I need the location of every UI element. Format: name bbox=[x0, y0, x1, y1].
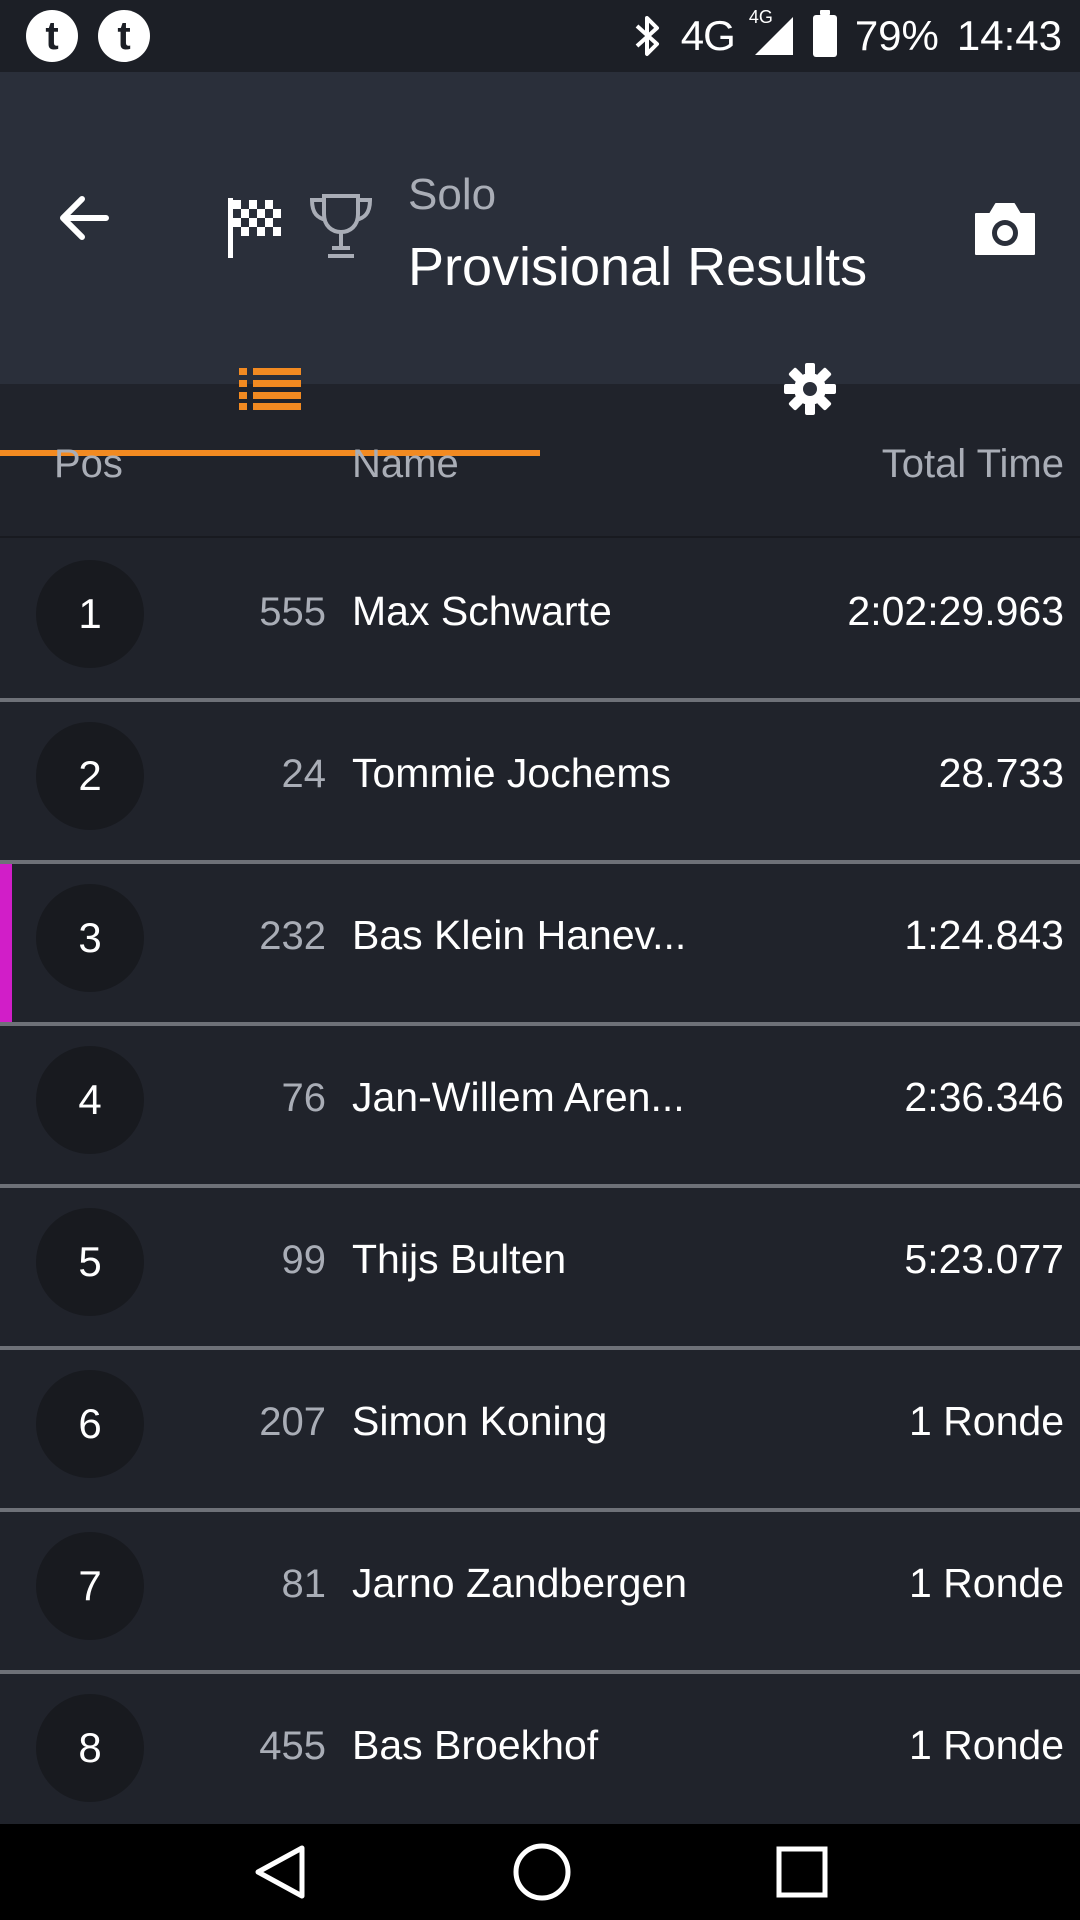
results-list: 1 555 Max Schwarte 2:02:29.963 2 24 Tomm… bbox=[0, 540, 1080, 1836]
result-row[interactable]: 5 99 Thijs Bulten 5:23.077 bbox=[0, 1188, 1080, 1350]
column-header-name[interactable]: Name bbox=[352, 442, 459, 487]
position-badge: 4 bbox=[36, 1046, 144, 1154]
column-header-total-time[interactable]: Total Time bbox=[882, 442, 1064, 487]
rider-name: Tommie Jochems bbox=[352, 750, 671, 796]
back-button[interactable] bbox=[48, 182, 120, 254]
bib-number: 99 bbox=[281, 1238, 327, 1282]
nav-home-icon[interactable] bbox=[512, 1842, 572, 1902]
bib-number: 455 bbox=[259, 1724, 326, 1768]
arrow-left-icon bbox=[60, 196, 109, 240]
app-bar: Solo Provisional Results bbox=[0, 72, 1080, 456]
result-row[interactable]: 2 24 Tommie Jochems 28.733 bbox=[0, 702, 1080, 864]
app-notification-icon: t bbox=[26, 10, 78, 62]
bib-number: 555 bbox=[259, 590, 326, 634]
signal-icon: 4G bbox=[749, 7, 795, 57]
camera-icon bbox=[975, 203, 1035, 255]
total-time: 2:36.346 bbox=[904, 1074, 1064, 1120]
system-status: 4G 4G 79% 14:43 bbox=[633, 7, 1062, 60]
rider-name: Jan-Willem Aren... bbox=[352, 1074, 685, 1120]
total-time: 1:24.843 bbox=[904, 912, 1064, 958]
status-bar: t t 4G 4G 79% 14:43 bbox=[0, 0, 1080, 72]
position-badge: 1 bbox=[36, 560, 144, 668]
bluetooth-icon bbox=[635, 16, 659, 56]
result-row[interactable]: 7 81 Jarno Zandbergen 1 Ronde bbox=[0, 1512, 1080, 1674]
result-row-highlighted[interactable]: 3 232 Bas Klein Hanev... 1:24.843 bbox=[0, 864, 1080, 1026]
page-subtitle: Solo bbox=[408, 170, 497, 219]
rider-name: Thijs Bulten bbox=[352, 1236, 567, 1282]
bib-number: 232 bbox=[259, 914, 326, 958]
screenshot-button[interactable] bbox=[972, 200, 1038, 258]
result-row[interactable]: 6 207 Simon Koning 1 Ronde bbox=[0, 1350, 1080, 1512]
system-nav-bar bbox=[0, 1824, 1080, 1920]
total-time: 2:02:29.963 bbox=[847, 588, 1064, 634]
notification-icons: t t bbox=[26, 10, 150, 62]
total-time: 5:23.077 bbox=[904, 1236, 1064, 1282]
rider-name: Jarno Zandbergen bbox=[352, 1560, 688, 1606]
total-time: 1 Ronde bbox=[908, 1722, 1064, 1768]
bib-number: 76 bbox=[281, 1076, 327, 1120]
battery-percent: 79% bbox=[854, 12, 939, 59]
network-type-small: 4G bbox=[748, 7, 773, 27]
battery-icon bbox=[812, 10, 837, 57]
result-row[interactable]: 1 555 Max Schwarte 2:02:29.963 bbox=[0, 540, 1080, 702]
page-title: Provisional Results bbox=[408, 237, 868, 297]
position-badge: 2 bbox=[36, 722, 144, 830]
bib-number: 207 bbox=[259, 1400, 326, 1444]
nav-back-icon[interactable] bbox=[252, 1844, 308, 1900]
bib-number: 81 bbox=[281, 1562, 327, 1606]
bib-number: 24 bbox=[281, 752, 327, 796]
rider-name: Simon Koning bbox=[352, 1398, 608, 1444]
column-header-pos[interactable]: Pos bbox=[54, 442, 123, 487]
network-type: 4G bbox=[680, 12, 736, 59]
rider-name: Bas Klein Hanev... bbox=[352, 912, 687, 958]
clock: 14:43 bbox=[956, 12, 1062, 59]
total-time: 1 Ronde bbox=[908, 1398, 1064, 1444]
app-notification-icon: t bbox=[98, 10, 150, 62]
rider-name: Max Schwarte bbox=[352, 588, 612, 634]
position-badge: 3 bbox=[36, 884, 144, 992]
total-time: 28.733 bbox=[938, 750, 1064, 796]
position-badge: 8 bbox=[36, 1694, 144, 1802]
nav-recents-icon[interactable] bbox=[776, 1846, 828, 1898]
total-time: 1 Ronde bbox=[908, 1560, 1064, 1606]
result-row[interactable]: 8 455 Bas Broekhof 1 Ronde bbox=[0, 1674, 1080, 1836]
position-badge: 7 bbox=[36, 1532, 144, 1640]
result-row[interactable]: 4 76 Jan-Willem Aren... 2:36.346 bbox=[0, 1026, 1080, 1188]
position-badge: 5 bbox=[36, 1208, 144, 1316]
trophy-icon bbox=[309, 194, 373, 258]
checkered-flag-icon bbox=[228, 198, 281, 258]
position-badge: 6 bbox=[36, 1370, 144, 1478]
results-table-header: Pos Name Total Time bbox=[0, 384, 1080, 538]
rider-name: Bas Broekhof bbox=[352, 1722, 599, 1768]
